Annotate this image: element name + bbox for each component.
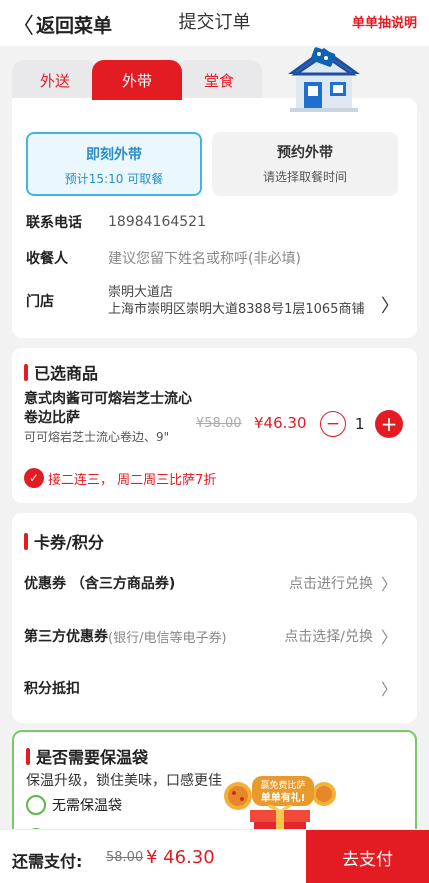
store-name: 崇明大道店 — [108, 285, 174, 300]
no-bag-label: 无需保温袋 — [52, 798, 122, 814]
thermal-bag-card: 是否需要保温袋 保温升级，锁住美味，口感更佳 无需保温袋 — [12, 730, 417, 842]
pickup-now-eta: 预计15:10 可取餐 — [64, 172, 164, 186]
coupon-action: 点击进行兑换 — [288, 576, 373, 592]
section-title-coupons: 卡券/积分 — [24, 529, 104, 553]
pickup-now-title: 即刻外带 — [86, 147, 142, 163]
check-icon: ✓ — [24, 468, 44, 488]
checkout-footer: 还需支付: 58.00 ¥ 46.30 去支付 — [0, 829, 429, 883]
third-party-coupon-action: 点击选择/兑换 — [284, 629, 373, 645]
top-nav-bar: 〈 返回菜单 提交订单 单单抽说明 — [0, 0, 429, 46]
points-label: 积分抵扣 — [24, 681, 80, 697]
lottery-help-link[interactable]: 单单抽说明 — [352, 12, 417, 31]
phone-label: 联系电话 — [26, 215, 82, 231]
chevron-right-icon: 〉 — [380, 628, 397, 647]
chevron-right-icon[interactable]: 〉 — [381, 292, 399, 318]
radio-circle-icon — [26, 795, 46, 815]
tab-dine-in[interactable]: 堂食 — [176, 60, 262, 100]
pickup-now-option[interactable]: 即刻外带 预计15:10 可取餐 — [26, 132, 202, 196]
total-amount: ¥ 46.30 — [146, 847, 215, 868]
pay-button[interactable]: 去支付 — [306, 830, 429, 883]
store-row[interactable]: 门店 崇明大道店 上海市崇明区崇明大道8388号1层1065商铺 — [26, 284, 364, 318]
product-original-price: ¥58.00 — [196, 416, 242, 431]
no-bag-option[interactable]: 无需保温袋 — [26, 795, 122, 815]
pickup-reserve-title: 预约外带 — [277, 145, 333, 161]
section-accent-bar — [26, 747, 30, 765]
gift-banner-line1: 赢免费比萨 — [260, 779, 305, 791]
bag-desc: 保温升级，锁住美味，口感更佳 — [26, 773, 222, 789]
third-party-coupon-row[interactable]: 第三方优惠券 (银行/电信等电子券) 点击选择/兑换 〉 — [24, 624, 397, 648]
section-title-items: 已选商品 — [24, 360, 98, 384]
receiver-name-input[interactable]: 建议您留下姓名或称呼(非必填) — [108, 248, 301, 268]
store-address: 上海市崇明区崇明大道8388号1层1065商铺 — [108, 302, 365, 317]
selected-items-card: 已选商品 意式肉酱可可熔岩芝士流心卷边比萨 可可熔岩芝士流心卷边、9" ¥58.… — [12, 348, 417, 503]
chevron-right-icon: 〉 — [380, 575, 397, 594]
third-party-coupon-sub: (银行/电信等电子券) — [108, 630, 227, 646]
third-party-coupon-label: 第三方优惠券 — [24, 629, 108, 645]
original-total: 58.00 — [106, 850, 144, 865]
receiver-label: 收餐人 — [26, 251, 68, 267]
receiver-row: 收餐人 建议您留下姓名或称呼(非必填) — [26, 248, 301, 268]
section-title-bag: 是否需要保温袋 — [26, 744, 148, 768]
section-accent-bar — [24, 532, 28, 550]
coupon-row[interactable]: 优惠券 （含三方商品券) 点击进行兑换 〉 — [24, 571, 397, 595]
tab-delivery[interactable]: 外送 — [12, 60, 98, 100]
pickup-reserve-sub: 请选择取餐时间 — [262, 170, 347, 184]
gift-banner-line2: 单单有礼! — [261, 791, 306, 804]
phone-row[interactable]: 联系电话 18984164521 — [26, 212, 206, 232]
promo-text: 接二连三， 周二周三比萨7折 — [48, 472, 217, 488]
store-label: 门店 — [26, 294, 54, 310]
phone-value: 18984164521 — [108, 214, 206, 230]
product-price: ¥46.30 — [254, 414, 307, 432]
points-row[interactable]: 积分抵扣 〉 — [24, 676, 397, 700]
coupons-card: 卡券/积分 优惠券 （含三方商品券) 点击进行兑换 〉 第三方优惠券 (银行/电… — [12, 513, 417, 723]
store-house-icon — [288, 47, 360, 112]
product-desc: 可可熔岩芝士流心卷边、9" — [24, 430, 170, 444]
increase-qty-button[interactable]: + — [375, 410, 403, 438]
pickup-reserve-option[interactable]: 预约外带 请选择取餐时间 — [212, 132, 398, 196]
tab-takeaway[interactable]: 外带 — [92, 60, 182, 100]
pickup-info-card: 即刻外带 预计15:10 可取餐 预约外带 请选择取餐时间 联系电话 18984… — [12, 98, 417, 338]
coupon-label: 优惠券 （含三方商品券) — [24, 576, 176, 592]
amount-due-label: 还需支付: — [12, 852, 83, 871]
product-name: 意式肉酱可可熔岩芝士流心卷边比萨 — [24, 391, 192, 426]
promo-line: ✓ 接二连三， 周二周三比萨7折 — [24, 468, 216, 488]
section-accent-bar — [24, 363, 28, 381]
quantity-value: 1 — [355, 415, 365, 433]
decrease-qty-button[interactable]: − — [320, 411, 346, 437]
chevron-right-icon: 〉 — [380, 680, 397, 699]
